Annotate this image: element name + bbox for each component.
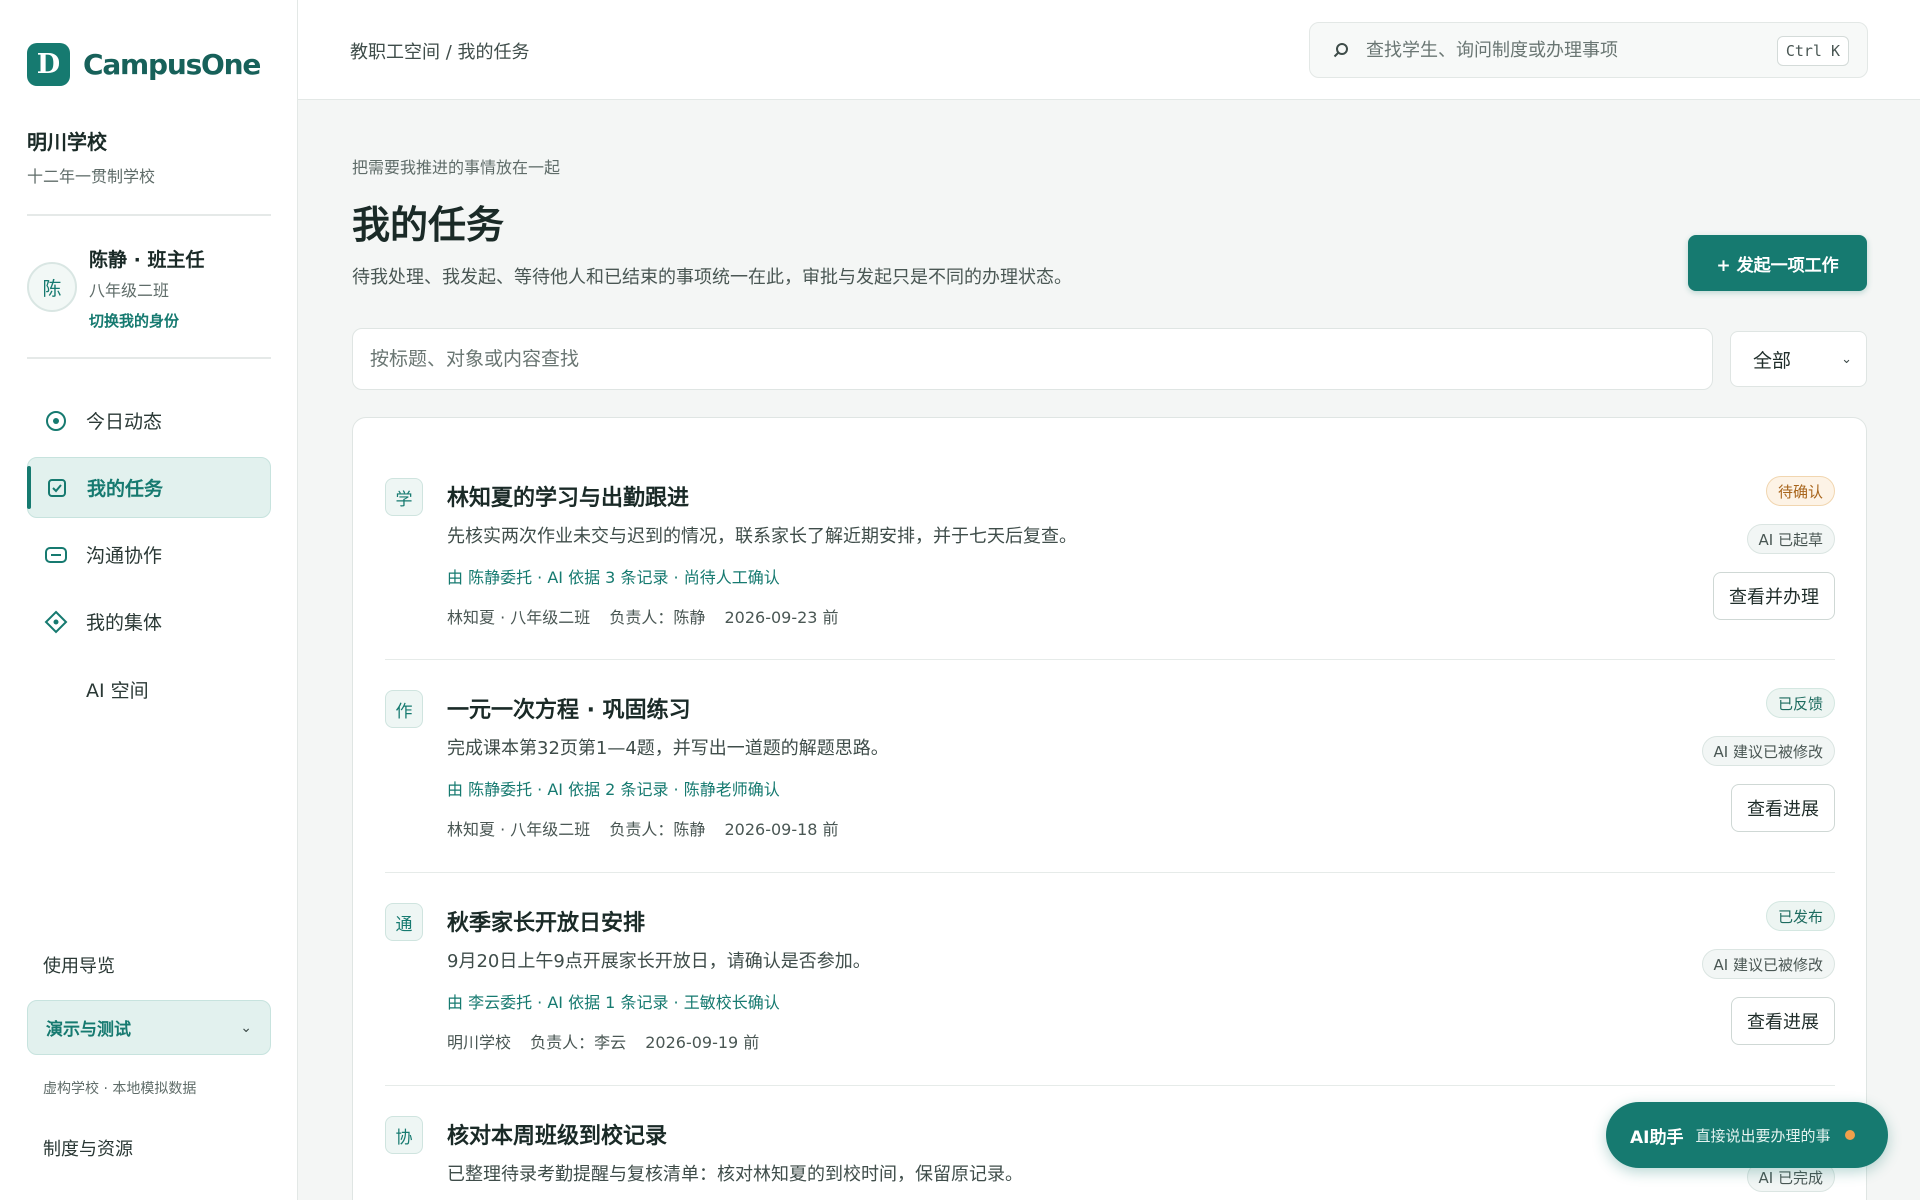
start-work-button[interactable]: + 发起一项工作 [1688,235,1867,291]
sidebar-item-communication[interactable]: 沟通协作 [27,524,271,585]
sidebar-item-today[interactable]: 今日动态 [27,390,271,451]
task-divider [385,872,1835,873]
task-description: 9月20日上午9点开展家长开放日，请确认是否参加。 [447,951,871,972]
status-badge: 已发布 [1765,901,1835,931]
status-filter-value: 全部 [1753,349,1792,372]
breadcrumb: 教职工空间 / 我的任务 [350,38,530,64]
task-meta: 明川学校 负责人：李云 2026-09-19 前 [447,1029,773,1053]
ai-badge: AI 已起草 [1746,524,1835,554]
task-owner: 负责人：李云 [530,1033,627,1052]
ai-assistant-button[interactable]: AI助手 直接说出要办理的事 [1606,1102,1888,1168]
task-due: 2026-09-23 前 [724,608,839,627]
sidebar-item-ai-space[interactable]: AI 空间 [27,659,271,720]
task-owner: 负责人：陈静 [609,820,706,839]
task-subject: 明川学校 [447,1033,512,1052]
sidebar-divider [27,357,271,359]
page-eyebrow: 把需要我推进的事情放在一起 [352,158,561,177]
task-item: 通 秋季家长开放日安排 9月20日上午9点开展家长开放日，请确认是否参加。 由 … [385,901,1835,1053]
task-type-badge: 通 [385,903,423,941]
demo-test-dropdown[interactable]: 演示与测试 ⌄ [27,1000,271,1055]
breadcrumb-root[interactable]: 教职工空间 [350,42,440,63]
task-meta: 林知夏 · 八年级二班 负责人：陈静 2026-09-18 前 [447,816,853,840]
search-shortcut: Ctrl K [1776,36,1849,66]
task-divider [385,659,1835,660]
ai-badge: AI 建议已被修改 [1701,736,1835,766]
page-description: 待我处理、我发起、等待他人和已结束的事项统一在此，审批与发起只是不同的办理状态。 [352,267,1072,288]
chevron-down-icon: ⌄ [240,1019,252,1036]
view-progress-button[interactable]: 查看进展 [1731,997,1835,1045]
sidebar: D CampusOne 明川学校 十二年一贯制学校 陈 陈静 · 班主任 八年级… [0,0,298,1200]
task-description: 已整理待录考勤提醒与复核清单：核对林知夏的到校时间，保留原记录。 [447,1164,1023,1185]
view-progress-button[interactable]: 查看进展 [1731,784,1835,832]
task-list: 学 林知夏的学习与出勤跟进 先核实两次作业未交与迟到的情况，联系家长了解近期安排… [352,417,1867,1200]
avatar: 陈 [27,262,77,312]
status-badge: 已反馈 [1765,688,1835,718]
breadcrumb-current: 我的任务 [457,42,530,63]
sidebar-item-label: AI 空间 [86,680,149,702]
target-icon [44,409,68,433]
task-title[interactable]: 一元一次方程 · 巩固练习 [447,692,691,724]
school-name: 明川学校 [27,130,107,154]
task-divider [385,1085,1835,1086]
resources-link[interactable]: 制度与资源 [43,1135,133,1161]
task-filter-input[interactable] [352,328,1713,390]
search-input[interactable] [1366,39,1766,61]
task-subject: 林知夏 · 八年级二班 [447,820,591,839]
task-description: 先核实两次作业未交与迟到的情况，联系家长了解近期安排，并于七天后复查。 [447,526,1077,547]
task-due: 2026-09-19 前 [645,1033,760,1052]
demo-note: 虚构学校 · 本地模拟数据 [43,1081,197,1097]
switch-identity-link[interactable]: 切换我的身份 [89,310,179,331]
task-due: 2026-09-18 前 [724,820,839,839]
status-badge: 待确认 [1765,476,1835,506]
task-title[interactable]: 秋季家长开放日安排 [447,905,645,937]
ai-badge: AI 建议已被修改 [1701,949,1835,979]
sidebar-item-label: 沟通协作 [86,545,163,567]
view-and-handle-button[interactable]: 查看并办理 [1713,572,1835,620]
chevron-down-icon: ⌄ [1841,351,1852,367]
sidebar-item-label: 我的集体 [86,612,163,634]
user-class: 八年级二班 [89,281,170,300]
task-owner: 负责人：陈静 [609,608,706,627]
task-item: 作 一元一次方程 · 巩固练习 完成课本第32页第1—4题，并写出一道题的解题思… [385,688,1835,840]
task-meta: 林知夏 · 八年级二班 负责人：陈静 2026-09-23 前 [447,604,853,628]
sidebar-divider [27,214,271,216]
app-logo[interactable]: D CampusOne [27,43,261,86]
task-type-badge: 协 [385,1116,423,1154]
breadcrumb-separator: / [445,42,452,63]
ai-assistant-label: AI助手 [1630,1127,1684,1148]
global-search[interactable]: Ctrl K [1309,22,1868,78]
message-icon [44,543,68,567]
school-subtitle: 十二年一贯制学校 [27,167,156,186]
task-type-badge: 作 [385,690,423,728]
page-title: 我的任务 [352,203,505,247]
task-source: 由 陈静委托 · AI 依据 2 条记录 · 陈静老师确认 [447,780,780,799]
ai-assistant-hint: 直接说出要办理的事 [1695,1126,1831,1145]
checkbox-icon [45,476,69,500]
sidebar-item-my-group[interactable]: 我的集体 [27,591,271,652]
demo-test-label: 演示与测试 [46,1020,131,1040]
sidebar-item-label: 我的任务 [87,478,164,500]
sidebar-item-label: 今日动态 [86,411,163,433]
task-source: 由 李云委托 · AI 依据 1 条记录 · 王敏校长确认 [447,993,780,1012]
app-name: CampusOne [83,48,261,81]
logo-mark: D [27,43,70,86]
task-subject: 林知夏 · 八年级二班 [447,608,591,627]
task-title[interactable]: 林知夏的学习与出勤跟进 [447,480,689,512]
search-icon [1332,41,1350,59]
status-dot-icon [1844,1130,1855,1140]
task-title[interactable]: 核对本周班级到校记录 [447,1118,667,1150]
task-type-badge: 学 [385,478,423,516]
task-item: 学 林知夏的学习与出勤跟进 先核实两次作业未交与迟到的情况，联系家长了解近期安排… [385,476,1835,628]
diamond-icon [44,610,68,634]
sidebar-item-my-tasks[interactable]: 我的任务 [27,457,271,518]
task-source: 由 陈静委托 · AI 依据 3 条记录 · 尚待人工确认 [447,568,780,587]
topbar: 教职工空间 / 我的任务 Ctrl K [298,0,1920,100]
task-description: 完成课本第32页第1—4题，并写出一道题的解题思路。 [447,738,889,759]
user-name: 陈静 · 班主任 [89,249,205,271]
status-filter-select[interactable]: 全部 ⌄ [1730,331,1867,387]
guide-link[interactable]: 使用导览 [43,952,115,978]
